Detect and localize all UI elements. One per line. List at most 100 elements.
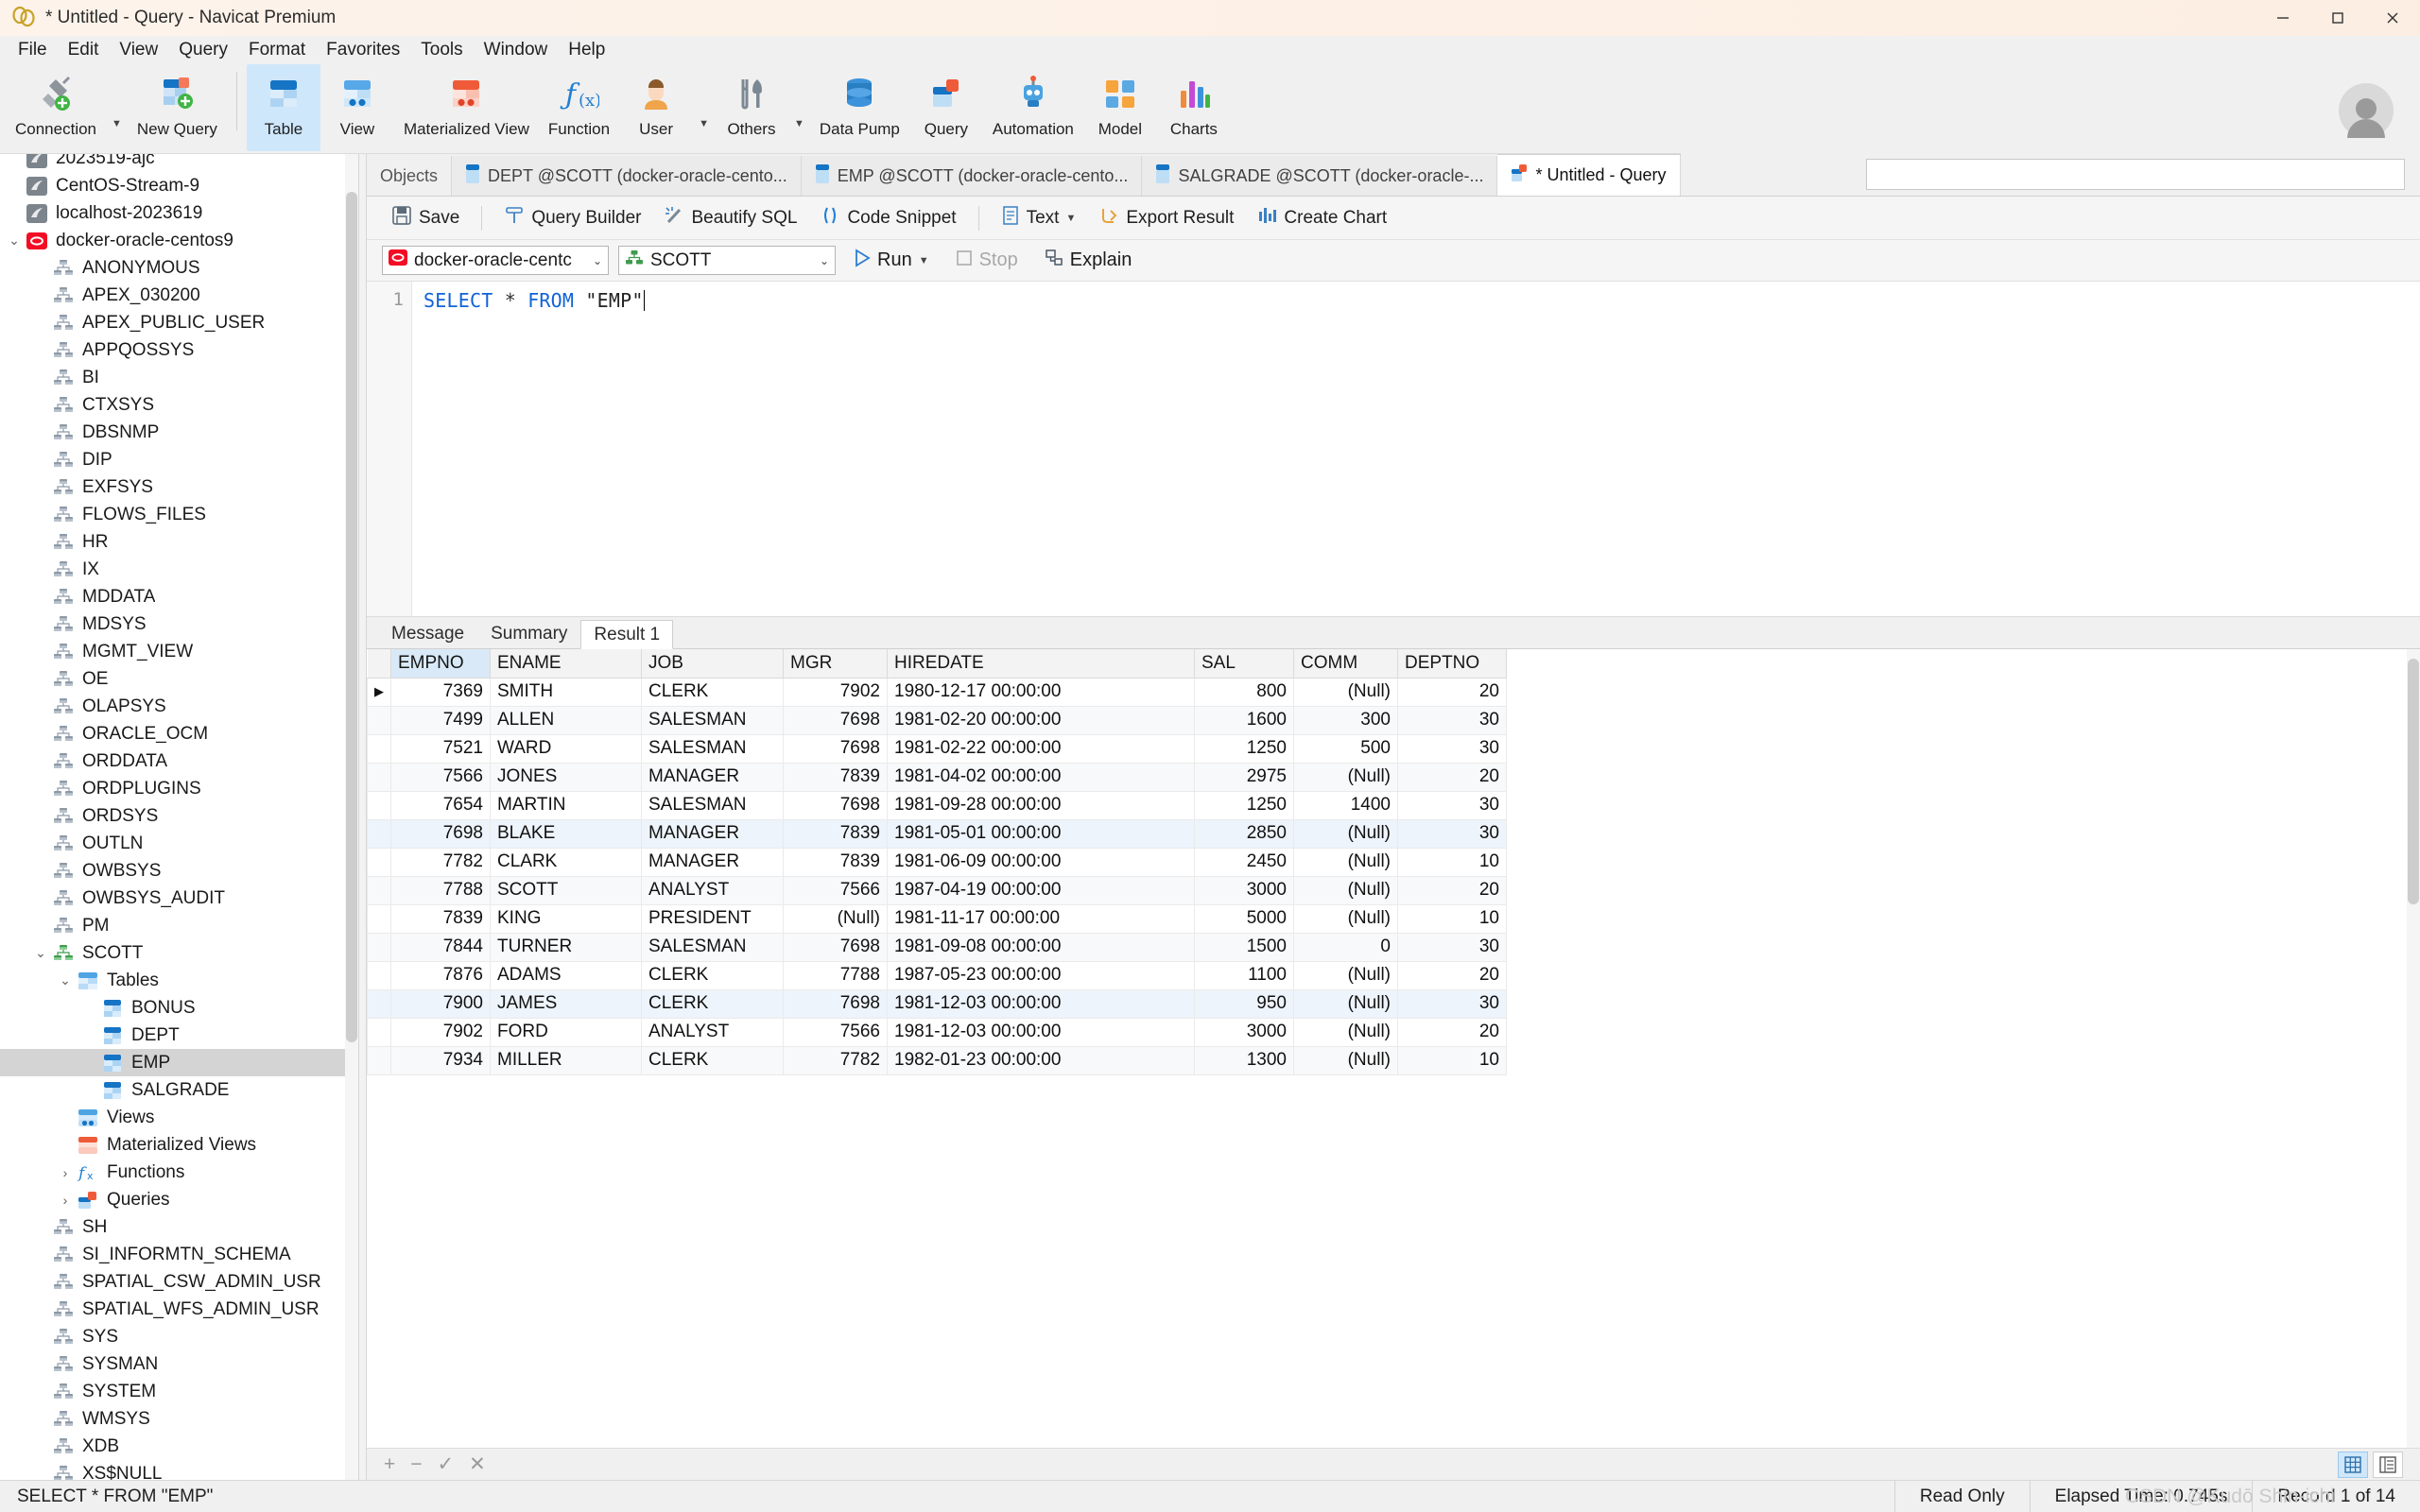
menu-view[interactable]: View: [109, 37, 168, 63]
tree-item-hr[interactable]: HR: [0, 528, 358, 556]
grid-cell-empno[interactable]: 7566: [390, 763, 491, 792]
grid-cell-deptno[interactable]: 20: [1397, 763, 1507, 792]
account-avatar[interactable]: [2339, 83, 2394, 138]
table-row[interactable]: 7654 MARTIN SALESMAN 7698 1981-09-28 00:00:0…: [367, 791, 1507, 820]
row-marker[interactable]: [367, 933, 391, 962]
schema-select[interactable]: SCOTT ⌄: [618, 246, 836, 275]
grid-cell-deptno[interactable]: 30: [1397, 791, 1507, 820]
grid-cell-hiredate[interactable]: 1980-12-17 00:00:00: [887, 678, 1195, 707]
ribbon-model-button[interactable]: Model: [1083, 64, 1157, 151]
grid-cell-empno[interactable]: 7788: [390, 876, 491, 905]
cancel-edit-button[interactable]: ✕: [469, 1452, 486, 1476]
tab-emp-scott[interactable]: EMP @SCOTT (docker-oracle-cento...: [801, 156, 1143, 196]
row-marker[interactable]: [367, 1046, 391, 1075]
grid-cell-job[interactable]: SALESMAN: [641, 706, 784, 735]
grid-column-header-ename[interactable]: ENAME: [490, 649, 642, 679]
grid-cell-deptno[interactable]: 30: [1397, 734, 1507, 764]
table-row[interactable]: 7566 JONES MANAGER 7839 1981-04-02 00:00:00 2…: [367, 763, 1507, 792]
connection-dropdown-caret-icon[interactable]: ▼: [106, 118, 128, 129]
ribbon-automation-button[interactable]: Automation: [983, 64, 1083, 151]
grid-cell-ename[interactable]: JONES: [490, 763, 642, 792]
grid-cell-comm[interactable]: (Null): [1293, 989, 1398, 1019]
ribbon-view-button[interactable]: View: [320, 64, 394, 151]
beautify-sql-button[interactable]: Beautify SQL: [654, 201, 806, 235]
tree-item-views[interactable]: Views: [0, 1104, 358, 1131]
row-marker[interactable]: [367, 706, 391, 735]
grid-cell-hiredate[interactable]: 1981-04-02 00:00:00: [887, 763, 1195, 792]
grid-cell-comm[interactable]: (Null): [1293, 1018, 1398, 1047]
tree-item-dbsnmp[interactable]: DBSNMP: [0, 419, 358, 446]
menu-query[interactable]: Query: [168, 37, 238, 63]
tree-item-apex-030200[interactable]: APEX_030200: [0, 282, 358, 309]
grid-cell-ename[interactable]: JAMES: [490, 989, 642, 1019]
grid-cell-deptno[interactable]: 20: [1397, 1018, 1507, 1047]
sidebar-splitter[interactable]: [359, 154, 367, 1480]
tree-item-spatial-csw-admin-usr[interactable]: SPATIAL_CSW_ADMIN_USR: [0, 1268, 358, 1296]
grid-cell-deptno[interactable]: 10: [1397, 848, 1507, 877]
grid-cell-comm[interactable]: 300: [1293, 706, 1398, 735]
ribbon-user-button[interactable]: User: [619, 64, 693, 151]
grid-cell-hiredate[interactable]: 1981-11-17 00:00:00: [887, 904, 1195, 934]
tab-untitled-query[interactable]: * Untitled - Query: [1497, 154, 1681, 196]
grid-column-header-empno[interactable]: EMPNO: [390, 649, 491, 679]
tree-item-queries[interactable]: › Queries: [0, 1186, 358, 1213]
ribbon-data-pump-button[interactable]: Data Pump: [810, 64, 909, 151]
tree-item-owbsys-audit[interactable]: OWBSYS_AUDIT: [0, 885, 358, 912]
grid-column-header-sal[interactable]: SAL: [1194, 649, 1294, 679]
grid-cell-sal[interactable]: 2975: [1194, 763, 1294, 792]
ribbon-table-button[interactable]: Table: [246, 64, 320, 151]
grid-cell-job[interactable]: SALESMAN: [641, 734, 784, 764]
tree-item-scott[interactable]: ⌄ SCOTT: [0, 939, 358, 967]
grid-cell-job[interactable]: SALESMAN: [641, 933, 784, 962]
ribbon-charts-button[interactable]: Charts: [1157, 64, 1231, 151]
object-tree[interactable]: 2023519-ajc CentOS-Stream-9 localhost-20…: [0, 154, 358, 1480]
run-button[interactable]: Run ▼: [845, 246, 938, 276]
grid-cell-hiredate[interactable]: 1981-12-03 00:00:00: [887, 989, 1195, 1019]
add-record-button[interactable]: +: [384, 1453, 395, 1476]
grid-cell-job[interactable]: ANALYST: [641, 1018, 784, 1047]
grid-cell-empno[interactable]: 7839: [390, 904, 491, 934]
tree-item-sys[interactable]: SYS: [0, 1323, 358, 1350]
avatar[interactable]: [2339, 83, 2394, 138]
grid-cell-deptno[interactable]: 10: [1397, 1046, 1507, 1075]
grid-cell-hiredate[interactable]: 1982-01-23 00:00:00: [887, 1046, 1195, 1075]
grid-cell-hiredate[interactable]: 1981-02-20 00:00:00: [887, 706, 1195, 735]
table-row[interactable]: 7902 FORD ANALYST 7566 1981-12-03 00:00:00 30…: [367, 1018, 1507, 1047]
grid-cell-comm[interactable]: (Null): [1293, 763, 1398, 792]
sql-code-area[interactable]: SELECT * FROM "EMP": [412, 282, 2420, 616]
tree-item-system[interactable]: SYSTEM: [0, 1378, 358, 1405]
grid-cell-hiredate[interactable]: 1981-12-03 00:00:00: [887, 1018, 1195, 1047]
row-marker[interactable]: ▶: [367, 678, 391, 707]
grid-cell-ename[interactable]: ALLEN: [490, 706, 642, 735]
tree-item-functions[interactable]: › ƒ x Functions: [0, 1159, 358, 1186]
chevron-right-icon[interactable]: ›: [55, 1165, 76, 1180]
text-view-button[interactable]: Text ▼: [992, 201, 1086, 235]
sidebar-scrollbar[interactable]: [345, 154, 358, 1480]
grid-cell-job[interactable]: MANAGER: [641, 763, 784, 792]
grid-scrollbar[interactable]: [2407, 649, 2420, 1448]
ribbon-connection-button[interactable]: Connection: [6, 64, 106, 151]
table-row[interactable]: 7782 CLARK MANAGER 7839 1981-06-09 00:00:00 2…: [367, 848, 1507, 877]
menu-window[interactable]: Window: [474, 37, 559, 63]
tab-salgrade-scott[interactable]: SALGRADE @SCOTT (docker-oracle-...: [1142, 156, 1498, 196]
grid-cell-sal[interactable]: 2850: [1194, 819, 1294, 849]
tree-item-spatial-wfs-admin-usr[interactable]: SPATIAL_WFS_ADMIN_USR: [0, 1296, 358, 1323]
tab-result-1[interactable]: Result 1: [580, 620, 674, 649]
grid-column-header-comm[interactable]: COMM: [1293, 649, 1398, 679]
grid-cell-sal[interactable]: 3000: [1194, 1018, 1294, 1047]
connection-select[interactable]: docker-oracle-centc ⌄: [382, 246, 609, 275]
grid-cell-ename[interactable]: WARD: [490, 734, 642, 764]
menu-file[interactable]: File: [8, 37, 58, 63]
grid-cell-mgr[interactable]: 7839: [783, 848, 888, 877]
grid-cell-comm[interactable]: 1400: [1293, 791, 1398, 820]
grid-cell-comm[interactable]: (Null): [1293, 678, 1398, 707]
row-marker[interactable]: [367, 1018, 391, 1047]
menu-edit[interactable]: Edit: [58, 37, 110, 63]
close-button[interactable]: [2365, 0, 2420, 36]
grid-cell-sal[interactable]: 1600: [1194, 706, 1294, 735]
grid-cell-empno[interactable]: 7934: [390, 1046, 491, 1075]
grid-cell-comm[interactable]: 500: [1293, 734, 1398, 764]
grid-cell-ename[interactable]: MILLER: [490, 1046, 642, 1075]
grid-scrollbar-thumb[interactable]: [2408, 659, 2419, 904]
grid-cell-ename[interactable]: ADAMS: [490, 961, 642, 990]
